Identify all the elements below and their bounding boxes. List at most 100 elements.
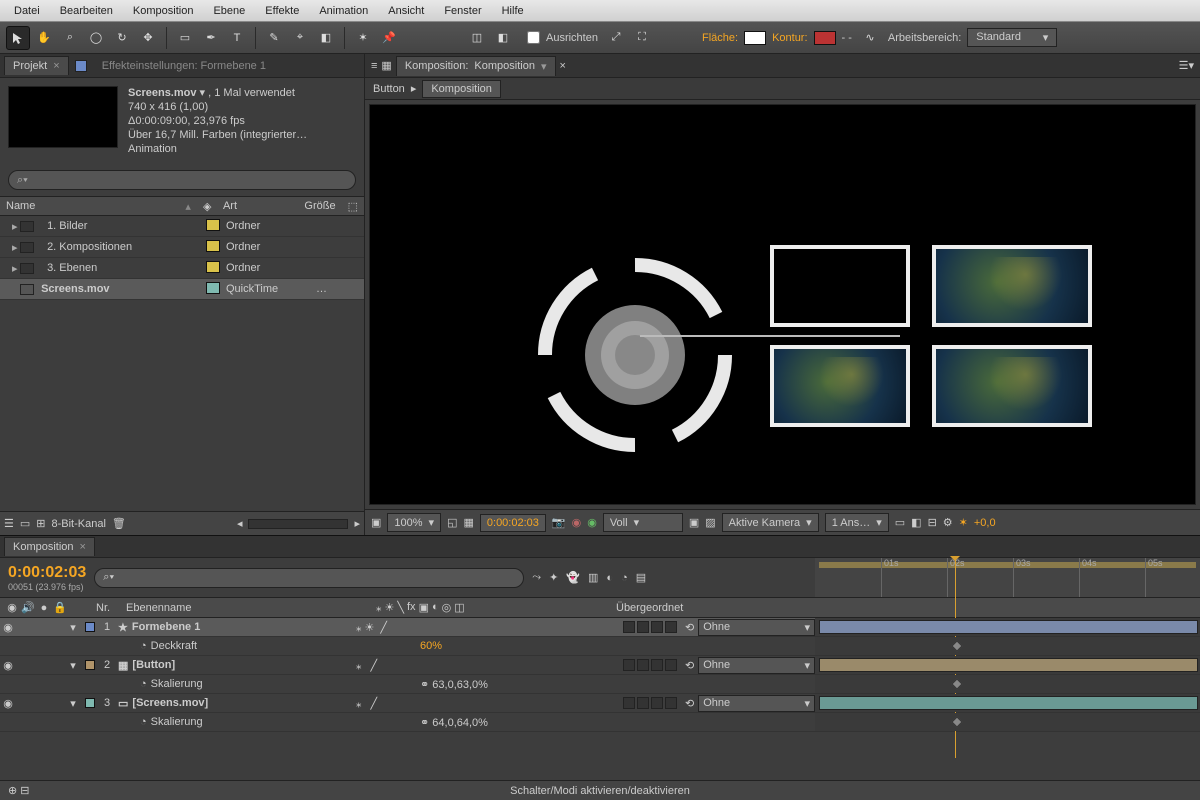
layer-row[interactable]: ◉ ▾ 2 ▦[Button] ⁎╱ ⟲Ohne▾ bbox=[0, 656, 1200, 675]
snap-icon[interactable]: ⤢ bbox=[604, 26, 628, 50]
bezier-icon[interactable]: ∿ bbox=[858, 26, 882, 50]
menu-hilfe[interactable]: Hilfe bbox=[492, 5, 534, 17]
parent-dropdown[interactable]: Ohne▾ bbox=[698, 695, 815, 712]
scrollbar[interactable] bbox=[248, 519, 348, 529]
layer-row[interactable]: ◉ ▾ 1 ★Formebene 1 ⁎☀╱ ⟲Ohne▾ bbox=[0, 618, 1200, 637]
breadcrumb-item-current[interactable]: Komposition bbox=[422, 80, 501, 98]
menu-animation[interactable]: Animation bbox=[309, 5, 378, 17]
trash-icon[interactable]: 🗑 bbox=[112, 517, 126, 530]
twirl-icon[interactable]: ▾ bbox=[64, 621, 82, 634]
pickwhip-icon[interactable]: ⟲ bbox=[685, 621, 694, 634]
panel-options-icon[interactable]: ☰▾ bbox=[1179, 59, 1194, 72]
property-row[interactable]: ◔Deckkraft 60% bbox=[0, 637, 1200, 656]
fast-preview-icon[interactable]: ◧ bbox=[911, 516, 921, 529]
puppet-tool[interactable]: 📌 bbox=[377, 26, 401, 50]
timeline-tab[interactable]: Komposition× bbox=[4, 537, 95, 556]
visibility-toggle[interactable]: ◉ bbox=[0, 659, 16, 672]
text-tool[interactable]: T bbox=[225, 26, 249, 50]
layer-bar[interactable] bbox=[819, 620, 1198, 634]
align-checkbox[interactable] bbox=[527, 31, 540, 44]
pan-behind-tool[interactable]: ✥ bbox=[136, 26, 160, 50]
pixel-aspect-icon[interactable]: ▭ bbox=[895, 516, 905, 529]
resolution-dropdown[interactable]: Voll▾ bbox=[603, 513, 683, 532]
layer-bar[interactable] bbox=[819, 696, 1198, 710]
property-row[interactable]: ◔Skalierung ⚭ 64,0,64,0% bbox=[0, 713, 1200, 732]
clone-tool[interactable]: ⌖ bbox=[288, 26, 312, 50]
menu-datei[interactable]: Datei bbox=[4, 5, 50, 17]
transparency-icon[interactable]: ▨ bbox=[705, 516, 715, 529]
menu-ansicht[interactable]: Ansicht bbox=[378, 5, 434, 17]
layer-row[interactable]: ◉ ▾ 3 ▭[Screens.mov] ⁎╱ ⟲Ohne▾ bbox=[0, 694, 1200, 713]
property-row[interactable]: ◔Skalierung ⚭ 63,0,63,0% bbox=[0, 675, 1200, 694]
parent-dropdown[interactable]: Ohne▾ bbox=[698, 657, 815, 674]
grid-toggle-icon[interactable]: ▦ bbox=[463, 516, 473, 529]
fill-color[interactable] bbox=[744, 31, 766, 45]
roi-icon[interactable]: ▣ bbox=[689, 516, 699, 529]
res-half-icon[interactable]: ◱ bbox=[447, 516, 457, 529]
rotobrush-tool[interactable]: ✶ bbox=[351, 26, 375, 50]
keyframe[interactable] bbox=[951, 640, 962, 651]
property-value[interactable]: ⚭ 64,0,64,0% bbox=[0, 716, 488, 729]
close-icon[interactable]: × bbox=[560, 60, 566, 72]
project-row[interactable]: ▸ 3. Ebenen Ordner bbox=[0, 258, 364, 279]
menu-komposition[interactable]: Komposition bbox=[123, 5, 204, 17]
layer-color-label[interactable] bbox=[85, 698, 95, 708]
scroll-left-icon[interactable]: ◂ bbox=[237, 517, 243, 530]
parent-dropdown[interactable]: Ohne▾ bbox=[698, 619, 815, 636]
new-comp-icon[interactable]: ⊞ bbox=[36, 517, 45, 530]
eraser-tool[interactable]: ◧ bbox=[314, 26, 338, 50]
timeline-timecode[interactable]: 0:00:02:03 bbox=[8, 564, 86, 582]
close-icon[interactable]: × bbox=[80, 541, 86, 553]
rotate-tool[interactable]: ↻ bbox=[110, 26, 134, 50]
new-folder-icon[interactable]: ▭ bbox=[20, 517, 30, 530]
project-row[interactable]: ▸ 1. Bilder Ordner bbox=[0, 216, 364, 237]
brainstorm-icon[interactable]: ▤ bbox=[636, 571, 646, 584]
stroke-color[interactable] bbox=[814, 31, 836, 45]
orbit-tool[interactable]: ◯ bbox=[84, 26, 108, 50]
views-dropdown[interactable]: 1 Ans…▾ bbox=[825, 513, 889, 532]
constrain-icon[interactable]: ⚭ bbox=[420, 717, 429, 729]
toggle-switches-label[interactable]: Schalter/Modi aktivieren/deaktivieren bbox=[510, 785, 690, 797]
close-icon[interactable]: × bbox=[53, 60, 59, 72]
project-tab[interactable]: Projekt× bbox=[4, 56, 69, 75]
snapshot-icon[interactable]: 📷 bbox=[552, 516, 566, 529]
bpc-button[interactable]: 8-Bit-Kanal bbox=[52, 518, 106, 530]
visibility-toggle[interactable]: ◉ bbox=[0, 621, 16, 634]
keyframe[interactable] bbox=[951, 716, 962, 727]
exposure-reset-icon[interactable]: ✶ bbox=[959, 516, 968, 529]
toggle-switches-icon[interactable]: ⊕ ⊟ bbox=[8, 784, 30, 797]
menu-effekte[interactable]: Effekte bbox=[255, 5, 309, 17]
layer-color-label[interactable] bbox=[85, 622, 95, 632]
panel-menu-icon[interactable]: ≡ bbox=[371, 60, 377, 72]
scroll-right-icon[interactable]: ▸ bbox=[354, 517, 360, 530]
channel-icon[interactable]: ◉ bbox=[572, 516, 582, 529]
composition-viewer[interactable] bbox=[369, 104, 1196, 505]
effects-tab[interactable]: Effekteinstellungen: Formebene 1 bbox=[93, 56, 275, 75]
channel-icon-2[interactable]: ◉ bbox=[587, 516, 597, 529]
smallicon-2[interactable]: ◧ bbox=[491, 26, 515, 50]
comp-tab[interactable]: Komposition: Komposition ▾ bbox=[396, 56, 556, 76]
menu-fenster[interactable]: Fenster bbox=[434, 5, 491, 17]
zoom-dropdown[interactable]: 100%▾ bbox=[387, 513, 441, 532]
hide-shy-icon[interactable]: 👻 bbox=[566, 571, 580, 584]
keyframe[interactable] bbox=[951, 678, 962, 689]
layer-bar[interactable] bbox=[819, 658, 1198, 672]
smallicon-1[interactable]: ◫ bbox=[465, 26, 489, 50]
project-row[interactable]: ▸ 2. Kompositionen Ordner bbox=[0, 237, 364, 258]
time-ruler[interactable]: 01s 02s 03s 04s 05s bbox=[815, 558, 1200, 597]
comp-mini-flowchart-icon[interactable]: ⤳ bbox=[532, 571, 541, 584]
draft3d-icon[interactable]: ✦ bbox=[549, 571, 558, 584]
always-preview-icon[interactable]: ▣ bbox=[371, 516, 381, 529]
stroke-width[interactable]: - - bbox=[842, 32, 852, 44]
pickwhip-icon[interactable]: ⟲ bbox=[685, 659, 694, 672]
rect-tool[interactable]: ▭ bbox=[173, 26, 197, 50]
exposure-value[interactable]: +0,0 bbox=[974, 517, 996, 529]
current-time[interactable]: 0:00:02:03 bbox=[480, 514, 546, 532]
timeline-search[interactable]: ⌕▾ bbox=[94, 568, 524, 588]
brush-tool[interactable]: ✎ bbox=[262, 26, 286, 50]
property-value[interactable]: ⚭ 63,0,63,0% bbox=[0, 678, 488, 691]
motion-blur-icon[interactable]: ◐ bbox=[606, 572, 613, 584]
property-value[interactable]: 60% bbox=[0, 640, 442, 652]
pen-tool[interactable]: ✒ bbox=[199, 26, 223, 50]
graph-editor-icon[interactable]: ◔ bbox=[621, 572, 628, 584]
